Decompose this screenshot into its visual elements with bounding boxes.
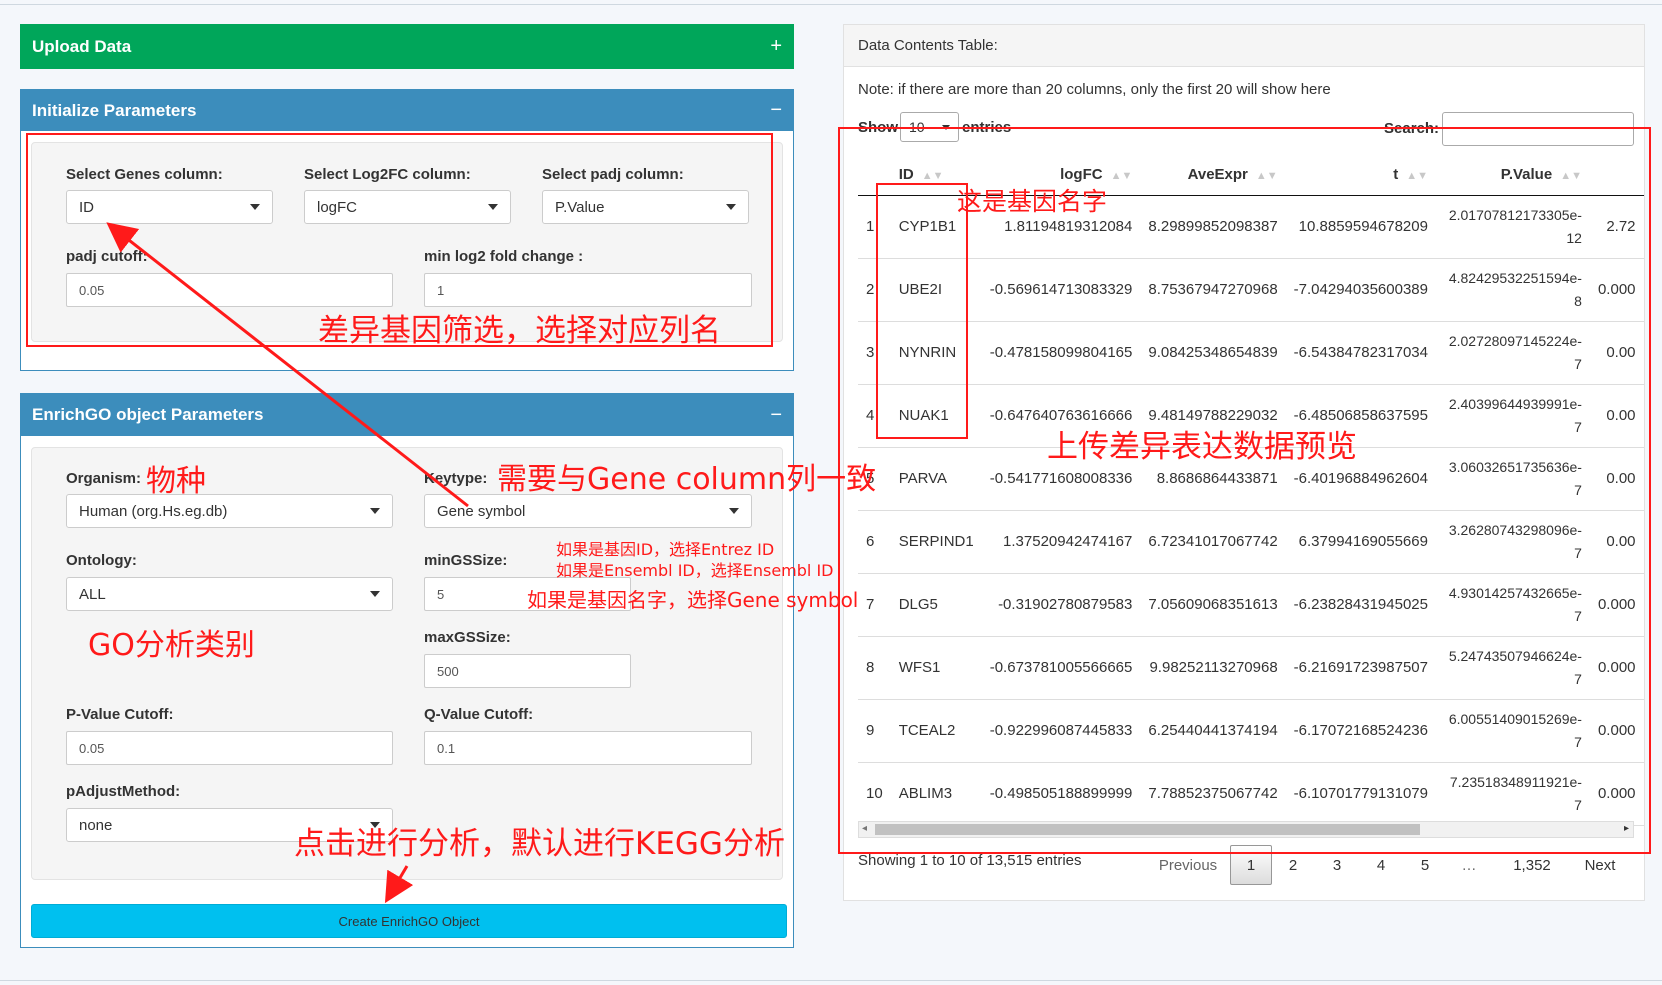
- annotation-go-category: GO分析类别: [88, 628, 255, 663]
- pvalue-cutoff-label: P-Value Cutoff:: [66, 706, 174, 723]
- organism-value: Human (org.Hs.eg.db): [79, 502, 228, 520]
- collapse-icon[interactable]: −: [770, 99, 782, 122]
- annotation-keytype-note: 需要与Gene column列一致: [497, 462, 877, 497]
- organism-select[interactable]: Human (org.Hs.eg.db): [66, 494, 393, 528]
- table-info: Showing 1 to 10 of 13,515 entries: [858, 852, 1082, 869]
- expand-icon[interactable]: +: [770, 35, 782, 58]
- annotation-gene-name: 这是基因名字: [957, 187, 1108, 216]
- annotation-species: 物种: [146, 464, 206, 499]
- padjust-method-label: pAdjustMethod:: [66, 783, 181, 800]
- chevron-down-icon: [370, 508, 380, 514]
- chevron-down-icon: [729, 508, 739, 514]
- qvalue-cutoff-label: Q-Value Cutoff:: [424, 706, 534, 723]
- upload-data-box: Upload Data +: [20, 24, 794, 69]
- upload-data-title: Upload Data: [32, 36, 132, 56]
- data-contents-title: Data Contents Table:: [844, 25, 1644, 67]
- upload-data-header[interactable]: Upload Data +: [21, 25, 793, 68]
- keytype-value: Gene symbol: [437, 502, 526, 520]
- create-enrichgo-button[interactable]: Create EnrichGO Object: [31, 904, 787, 938]
- chevron-down-icon: [370, 591, 380, 597]
- qvalue-cutoff-input[interactable]: 0.1: [424, 731, 752, 765]
- enrichgo-parameters-header[interactable]: EnrichGO object Parameters −: [21, 394, 793, 436]
- ontology-value: ALL: [79, 585, 106, 603]
- initialize-parameters-title: Initialize Parameters: [32, 100, 197, 120]
- annotation-preview: 上传差异表达数据预览: [1047, 429, 1357, 465]
- annotation-symbol-note: 如果是基因名字，选择Gene symbol: [527, 588, 859, 612]
- bottom-divider: [0, 980, 1662, 981]
- top-divider: [0, 4, 1662, 5]
- maxgssize-label: maxGSSize:: [424, 629, 511, 646]
- padjust-method-value: none: [79, 816, 113, 834]
- mingssize-label: minGSSize:: [424, 552, 508, 569]
- annotation-diff-filter: 差异基因筛选，选择对应列名: [318, 313, 721, 349]
- ontology-label: Ontology:: [66, 552, 137, 569]
- keytype-select[interactable]: Gene symbol: [424, 494, 752, 528]
- annotation-click-note: 点击进行分析，默认进行KEGG分析: [294, 826, 785, 862]
- organism-label: Organism:: [66, 470, 142, 487]
- annotation-ensembl-note: 如果是Ensembl ID，选择Ensembl ID: [556, 561, 834, 580]
- maxgssize-input[interactable]: 500: [424, 654, 631, 688]
- enrichgo-parameters-title: EnrichGO object Parameters: [32, 405, 264, 424]
- pvalue-cutoff-input[interactable]: 0.05: [66, 731, 393, 765]
- ontology-select[interactable]: ALL: [66, 577, 393, 611]
- initialize-parameters-header[interactable]: Initialize Parameters −: [21, 90, 793, 131]
- collapse-icon[interactable]: −: [770, 404, 782, 427]
- annotation-box-gene-names: [876, 183, 968, 439]
- columns-note: Note: if there are more than 20 columns,…: [858, 81, 1331, 98]
- keytype-label: Keytype:: [424, 470, 488, 487]
